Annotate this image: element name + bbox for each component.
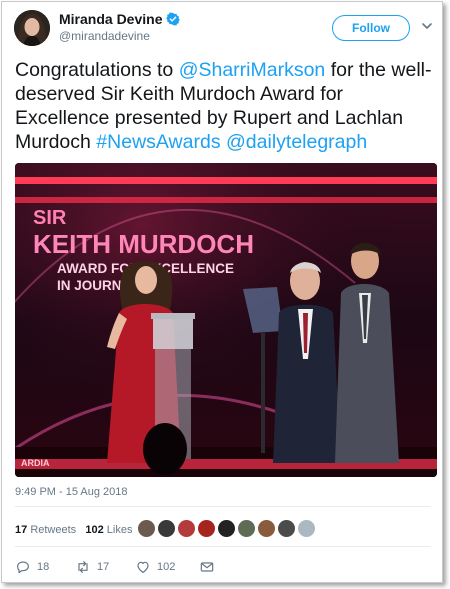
retweets-count: 17 — [15, 524, 28, 536]
retweet-count: 17 — [97, 561, 110, 573]
tweet-card: Miranda Devine @mirandadevine Follow Con… — [1, 1, 443, 583]
mention-link-dailytelegraph[interactable]: @dailytelegraph — [226, 131, 367, 153]
engagement-stats: 17 Retweets 102 Likes — [15, 524, 132, 536]
tweet-text: Congratulations to @SharriMarkson for th… — [15, 58, 435, 154]
heart-icon — [137, 561, 149, 573]
reply-count: 18 — [37, 561, 50, 573]
divider — [15, 546, 431, 547]
sign-text: KEITH MURDOCH — [33, 229, 254, 259]
liker-avatar[interactable] — [138, 520, 155, 537]
tweet-text-part: Congratulations to — [15, 59, 179, 81]
likes-count: 102 — [85, 524, 104, 536]
sign-text: ARDIA — [21, 458, 50, 468]
like-button[interactable]: 102 — [135, 559, 199, 575]
sign-text: SIR — [33, 207, 67, 229]
likes-label: Likes — [106, 524, 133, 536]
reply-button[interactable]: 18 — [15, 559, 75, 575]
liker-avatar[interactable] — [218, 520, 235, 537]
author-name-row: Miranda Devine — [59, 11, 181, 27]
retweets-label: Retweets — [30, 524, 77, 536]
author-handle[interactable]: @mirandadevine — [59, 29, 150, 43]
liker-avatar[interactable] — [278, 520, 295, 537]
retweets-stat[interactable]: 17 Retweets — [15, 524, 76, 536]
verified-badge-icon — [166, 12, 181, 26]
chevron-down-icon[interactable] — [421, 20, 433, 32]
direct-message-button[interactable] — [199, 559, 215, 575]
mention-link-sharrimarkson[interactable]: @SharriMarkson — [179, 59, 326, 81]
tweet-photo[interactable]: SIR KEITH MURDOCH AWARD FOR EXCELLENCE I… — [15, 163, 437, 477]
liker-avatars — [138, 520, 315, 537]
tweet-timestamp[interactable]: 9:49 PM - 15 Aug 2018 — [15, 486, 128, 498]
liker-avatar[interactable] — [258, 520, 275, 537]
hashtag-link-newsawards[interactable]: #NewsAwards — [96, 131, 220, 153]
divider — [15, 506, 431, 507]
avatar-image — [14, 10, 50, 46]
reply-icon — [17, 561, 29, 574]
award-ceremony-photo: SIR KEITH MURDOCH AWARD FOR EXCELLENCE I… — [15, 163, 437, 477]
liker-avatar[interactable] — [298, 520, 315, 537]
tweet-actions: 18 17 102 — [15, 559, 215, 575]
retweet-icon — [78, 561, 88, 573]
retweet-button[interactable]: 17 — [75, 559, 135, 575]
liker-avatar[interactable] — [198, 520, 215, 537]
liker-avatar[interactable] — [178, 520, 195, 537]
envelope-icon — [200, 562, 214, 572]
likes-stat[interactable]: 102 Likes — [85, 524, 132, 536]
liker-avatar[interactable] — [158, 520, 175, 537]
author-avatar[interactable] — [14, 10, 50, 46]
like-count: 102 — [157, 561, 176, 573]
author-name[interactable]: Miranda Devine — [59, 11, 162, 27]
liker-avatar[interactable] — [238, 520, 255, 537]
follow-button[interactable]: Follow — [332, 15, 410, 41]
